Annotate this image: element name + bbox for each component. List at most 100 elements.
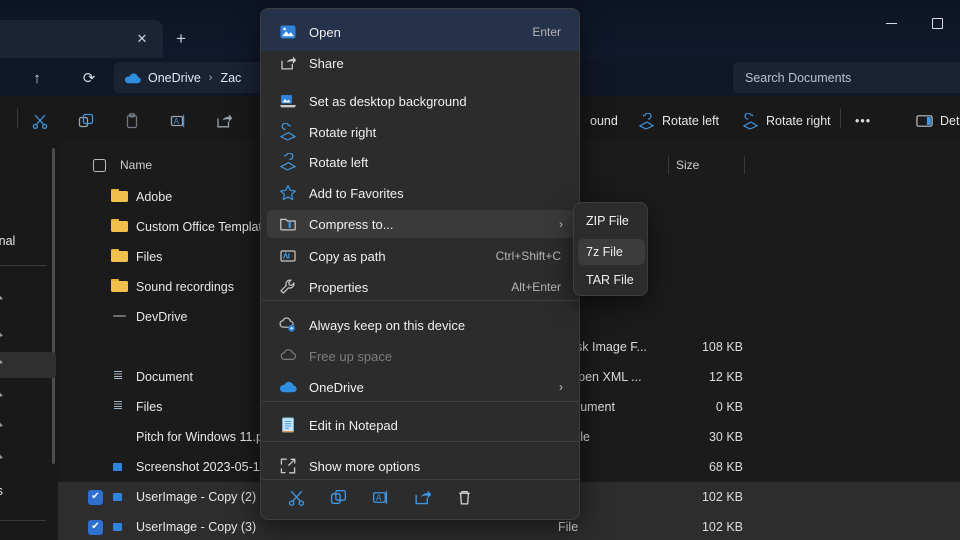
context-menu-item-rotate-left[interactable]: Rotate left <box>267 148 575 176</box>
copy-icon[interactable] <box>68 108 104 134</box>
rotate-right-icon <box>278 122 298 142</box>
file-name: Sound recordings <box>136 280 234 294</box>
refresh-button[interactable]: ⟳ <box>75 64 103 92</box>
cut-icon[interactable] <box>283 484 309 510</box>
context-menu-item-label: Copy as path <box>309 249 386 264</box>
context-menu-item-rotate-right[interactable]: Rotate right <box>267 118 575 146</box>
submenu-item-zip-file[interactable]: ZIP File <box>578 208 645 234</box>
minimize-button[interactable] <box>868 0 914 46</box>
context-menu-item-always-keep-on-this-device[interactable]: Always keep on this device <box>267 311 575 339</box>
context-menu-item-compress-to[interactable]: Compress to... › <box>267 210 575 238</box>
sidebar-item-3[interactable]: loads <box>0 325 56 351</box>
context-menu-item-label: Share <box>309 56 344 71</box>
more-options-button[interactable]: ••• <box>855 108 871 134</box>
file-name: Adobe <box>136 190 172 204</box>
pin-icon <box>0 391 5 405</box>
delete-icon[interactable] <box>451 484 477 510</box>
compress-submenu: ZIP File 7z File TAR File <box>573 202 648 296</box>
share-icon[interactable] <box>206 108 242 134</box>
sidebar-item-1[interactable]: Personal <box>0 228 56 254</box>
file-size: 30 KB <box>673 430 743 444</box>
folder-icon <box>111 248 129 266</box>
search-input[interactable]: Search Documents <box>733 62 960 93</box>
image-icon <box>111 518 129 536</box>
rotate-left-icon <box>278 152 298 172</box>
sidebar-divider-0 <box>0 265 46 266</box>
onedrive-icon <box>278 377 298 397</box>
context-menu-item-edit-in-notepad[interactable]: Edit in Notepad <box>267 411 575 439</box>
checkbox-box <box>93 159 106 172</box>
paste-icon[interactable] <box>114 108 150 134</box>
close-tab-icon[interactable]: ✕ <box>131 28 153 50</box>
rotate-right-label: Rotate right <box>766 114 831 128</box>
image-icon <box>111 458 129 476</box>
column-header-size[interactable]: Size <box>676 152 699 178</box>
sidebar-item-0[interactable]: y <box>0 188 56 214</box>
context-menu-divider-12 <box>262 441 580 442</box>
file-name: Document <box>136 370 193 384</box>
context-menu-item-add-to-favorites[interactable]: Add to Favorites <box>267 179 575 207</box>
context-menu-item-shortcut: Ctrl+Shift+C <box>496 249 561 263</box>
sidebar-item-5[interactable]: es <box>0 385 56 411</box>
svg-text:A: A <box>375 492 381 502</box>
file-name: UserImage - Copy (3) <box>136 520 256 534</box>
details-pane-icon <box>916 114 933 128</box>
context-menu-item-share[interactable]: Share <box>267 49 575 77</box>
rotate-left-icon <box>638 113 655 130</box>
file-explorer-window: ents ✕ + ↑ ⟳ OneDrive › Zac Search Docum… <box>0 0 960 540</box>
submenu-item-7z-file[interactable]: 7z File <box>578 239 645 265</box>
sidebar-item-7[interactable]: s <box>0 447 56 473</box>
context-menu-item-label: Edit in Notepad <box>309 418 398 433</box>
file-type: File <box>558 520 578 534</box>
context-menu-item-free-up-space[interactable]: Free up space <box>267 342 575 370</box>
context-menu-item-properties[interactable]: PropertiesAlt+Enter <box>267 273 575 301</box>
share-icon[interactable] <box>409 484 435 510</box>
sidebar-item-8[interactable]: nshots <box>0 478 56 504</box>
cut-icon[interactable] <box>22 108 58 134</box>
copy-path-icon <box>278 246 298 266</box>
sidebar-item-4[interactable]: ments <box>0 352 56 378</box>
submenu-item-label: 7z File <box>586 245 623 259</box>
chevron-right-icon: › <box>559 217 563 231</box>
row-checkbox[interactable]: ✔ <box>88 490 103 505</box>
pin-icon <box>0 294 5 308</box>
cloud-keep-icon <box>278 315 298 335</box>
context-menu-item-open[interactable]: OpenEnter <box>267 18 575 46</box>
column-divider-1[interactable] <box>668 156 669 174</box>
up-button[interactable]: ↑ <box>23 64 51 92</box>
details-pane-button[interactable]: Det <box>916 108 959 134</box>
rename-icon[interactable]: A <box>367 484 393 510</box>
context-menu-item-set-as-desktop-background[interactable]: Set as desktop background <box>267 87 575 115</box>
select-all-checkbox[interactable] <box>93 152 106 178</box>
file-name: Custom Office Templates <box>136 220 275 234</box>
breadcrumb-next[interactable]: Zac <box>220 71 241 85</box>
row-checkbox[interactable]: ✔ <box>88 520 103 535</box>
search-placeholder: Search Documents <box>745 71 851 85</box>
submenu-item-tar-file[interactable]: TAR File <box>578 267 645 293</box>
doc-lines-icon <box>111 398 129 416</box>
sidebar-item-2[interactable]: op <box>0 288 56 314</box>
rotate-right-button[interactable]: Rotate right <box>742 108 831 134</box>
column-header-name[interactable]: Name <box>120 152 152 178</box>
rotate-right-icon <box>742 113 759 130</box>
copy-icon[interactable] <box>325 484 351 510</box>
rename-icon[interactable]: A <box>160 108 196 134</box>
rotate-left-button[interactable]: Rotate left <box>638 108 719 134</box>
context-menu-item-label: Add to Favorites <box>309 186 404 201</box>
context-menu-item-onedrive[interactable]: OneDrive› <box>267 373 575 401</box>
sidebar-item-label: Personal <box>0 234 15 248</box>
file-size: 68 KB <box>673 460 743 474</box>
set-background-button[interactable]: ound <box>590 108 618 134</box>
sidebar-item-6[interactable] <box>0 415 56 441</box>
context-menu-item-label: Compress to... <box>309 217 394 232</box>
new-tab-icon[interactable]: + <box>168 26 194 52</box>
column-divider-2[interactable] <box>744 156 745 174</box>
command-bar-divider-2 <box>840 108 841 128</box>
explorer-tab[interactable]: ents ✕ <box>0 20 163 58</box>
maximize-button[interactable] <box>914 0 960 46</box>
context-menu-item-copy-as-path[interactable]: Copy as path Ctrl+Shift+C <box>267 242 575 270</box>
notepad-icon <box>278 415 298 435</box>
breadcrumb-root[interactable]: OneDrive <box>148 71 201 85</box>
context-menu-item-label: Open <box>309 25 341 40</box>
wrench-icon <box>278 277 298 297</box>
